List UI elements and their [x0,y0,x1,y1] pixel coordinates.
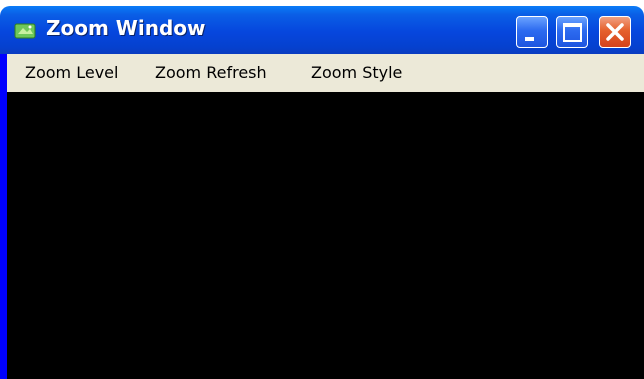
maximize-icon [563,23,582,42]
title-bar[interactable]: Zoom Window [0,6,644,54]
menu-zoom-refresh[interactable]: Zoom Refresh [155,63,267,82]
minimize-icon [525,37,534,41]
window-frame-left [0,54,7,379]
close-button[interactable] [599,16,631,48]
maximize-button[interactable] [556,16,588,48]
zoom-view-area[interactable] [7,92,644,379]
close-icon [606,23,624,41]
minimize-button[interactable] [516,16,548,48]
zoom-window: Zoom Window Zoom Level Zoom Refresh Zoom… [0,0,644,379]
menu-bar: Zoom Level Zoom Refresh Zoom Style [7,54,644,92]
window-title: Zoom Window [46,16,206,40]
menu-zoom-level[interactable]: Zoom Level [25,63,118,82]
menu-zoom-style[interactable]: Zoom Style [311,63,402,82]
app-icon[interactable] [14,23,36,39]
